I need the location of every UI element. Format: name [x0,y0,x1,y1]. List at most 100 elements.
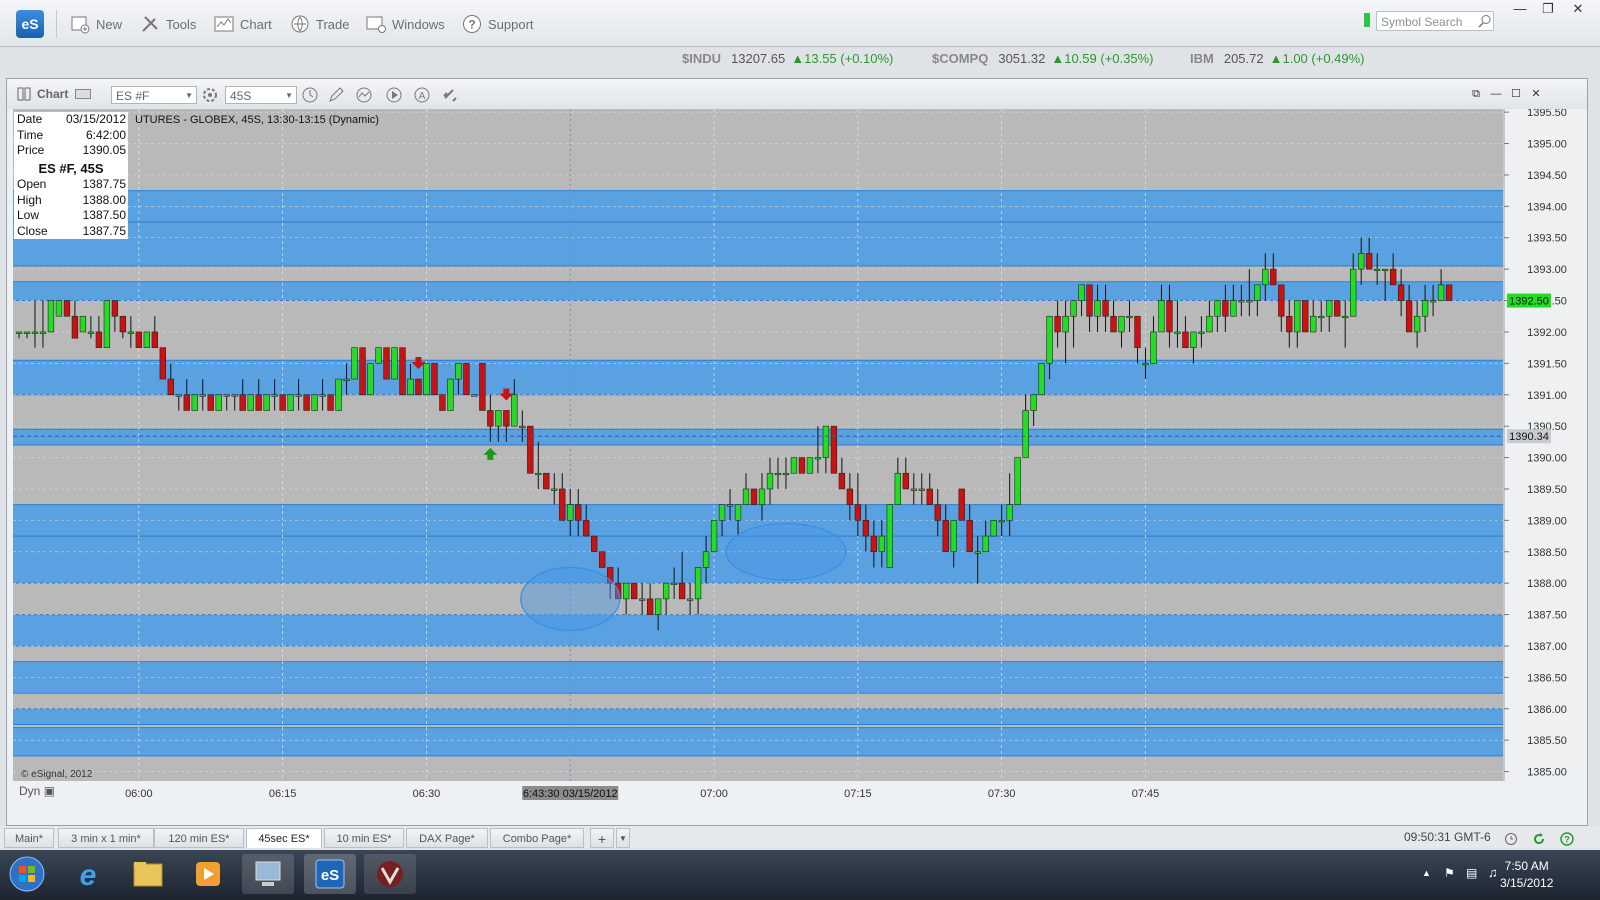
tab-45sec-es[interactable]: 45sec ES* [246,828,322,848]
windows-button[interactable]: Windows [366,12,445,36]
tools-button[interactable]: Tools [140,12,196,36]
tab-10min-es[interactable]: 10 min ES* [324,828,404,848]
settings-gear-icon[interactable] [201,86,219,104]
candle-body [559,488,566,521]
symbol-value: ES #F [116,89,150,103]
indicator-icon[interactable] [355,86,373,104]
symbol-select[interactable]: ES #F ▼ [111,86,197,104]
candle-body [894,472,901,505]
ticker-compq[interactable]: $COMPQ 3051.32 ▲10.59 (+0.35%) [932,51,1153,66]
alert-icon[interactable]: A [413,86,431,104]
app-close-button[interactable]: ✕ [1564,0,1592,18]
y-tick-label: 1393.00 [1527,264,1567,276]
candle-body [1366,253,1373,270]
chart-close-button[interactable]: ✕ [1527,85,1545,103]
ticker-indu[interactable]: $INDU 13207.65 ▲13.55 (+0.10%) [682,51,893,66]
candle-body [1182,331,1189,348]
new-button[interactable]: New [70,12,122,36]
symbol-search-input[interactable]: Symbol Search [1376,11,1494,31]
chart-window-label: Chart [37,87,69,101]
online-help-icon[interactable]: ? [1560,832,1574,846]
add-tab-button[interactable]: + [590,828,614,848]
ticker-value: 205.72 [1223,51,1264,66]
taskbar-clock[interactable]: 7:50 AM 3/15/2012 [1500,858,1553,892]
support-resistance-band [13,360,1503,395]
candle-body [726,504,734,507]
info-row-time: Time 6:42:00 [14,128,128,144]
candle-body [710,520,718,553]
candle-body [319,394,326,397]
candle-body [1006,504,1013,521]
link-chain-icon[interactable] [441,86,459,104]
candle-body [718,504,726,521]
chart-button[interactable]: Chart [214,12,272,36]
link-icon[interactable] [75,89,91,99]
candle-body [1198,331,1205,334]
candle-body [974,551,981,554]
app-restore-button[interactable]: ❐ [1534,0,1562,18]
toolbar-separator [56,10,57,38]
tab-main[interactable]: Main* [4,828,54,848]
windows-label: Windows [392,16,445,32]
taskbar-network[interactable] [242,854,294,894]
ticker-ibm[interactable]: IBM 205.72 ▲1.00 (+0.49%) [1190,51,1365,66]
interval-value: 45S [230,89,252,103]
volume-icon[interactable]: ♫ [1488,865,1498,880]
panel-toggle-icon[interactable] [17,87,31,101]
candle-body [790,457,798,474]
refresh-icon[interactable] [1532,832,1546,846]
trade-button[interactable]: Trade [290,12,349,36]
chart-maximize-button[interactable]: ☐ [1507,85,1525,103]
candle-body [479,363,486,411]
interval-select[interactable]: 45S ▼ [225,86,297,104]
tab-3min-x-1min[interactable]: 3 min x 1 min* [58,828,154,848]
start-button[interactable] [2,854,52,894]
timer-icon[interactable] [1504,832,1518,846]
dyn-scale-button[interactable]: Dyn ▣ [19,784,55,798]
info-key: Close [17,223,48,238]
chart-minimize-button[interactable]: — [1487,85,1505,103]
candle-body [846,488,854,505]
search-icon[interactable] [1478,14,1492,28]
chart-popout-button[interactable]: ⧉ [1467,85,1485,103]
esignal-logo[interactable]: eS [16,10,44,38]
tools-label: Tools [166,16,197,32]
pattern-ellipse-annotation [725,522,847,581]
tray-expand-icon[interactable]: ▲ [1422,868,1431,878]
tab-120min-es[interactable]: 120 min ES* [154,828,244,848]
taskbar-media[interactable] [182,854,234,894]
app-minimize-button[interactable]: — [1506,0,1534,18]
candle-body [599,551,606,568]
candle-body [303,394,310,411]
replay-icon[interactable] [385,86,403,104]
connection-status-indicator [1364,13,1370,27]
up-arrow-icon: ▲ [1269,51,1283,66]
support-resistance-band [13,222,1503,267]
price-chart[interactable]: 6:43:30 03/15/2012 1395.50 1395.00 1394.50… [7,109,1587,801]
tab-menu-chevron-icon[interactable]: ▼ [616,828,630,848]
taskbar-ie[interactable]: e [62,854,114,894]
candle-body [1110,315,1117,333]
tab-combo-page[interactable]: Combo Page* [490,828,584,848]
candle-body [183,394,190,411]
candle-body [335,378,342,411]
trade-label: Trade [316,16,350,32]
candle-body [63,300,71,317]
taskbar-explorer[interactable] [122,854,174,894]
candle-body [1350,268,1357,317]
support-button[interactable]: ? Support [462,12,534,36]
network-tray-icon[interactable]: ▤ [1466,866,1477,880]
y-tick-label: 1385.50 [1527,735,1567,747]
candle-body [1134,315,1141,348]
clock-icon[interactable] [301,86,319,104]
last-price-label: 1392.50 [1509,296,1549,308]
taskbar-esignal[interactable]: eS [304,854,356,894]
info-value: 1388.00 [82,192,126,207]
tab-dax-page[interactable]: DAX Page* [406,828,488,848]
candle-body [407,378,414,396]
action-center-flag-icon[interactable]: ⚑ [1444,866,1455,880]
pencil-icon[interactable] [327,86,345,104]
taskbar-trading-app[interactable] [364,854,416,894]
candle-body [279,394,286,411]
y-tick-label: 1394.50 [1527,170,1567,182]
